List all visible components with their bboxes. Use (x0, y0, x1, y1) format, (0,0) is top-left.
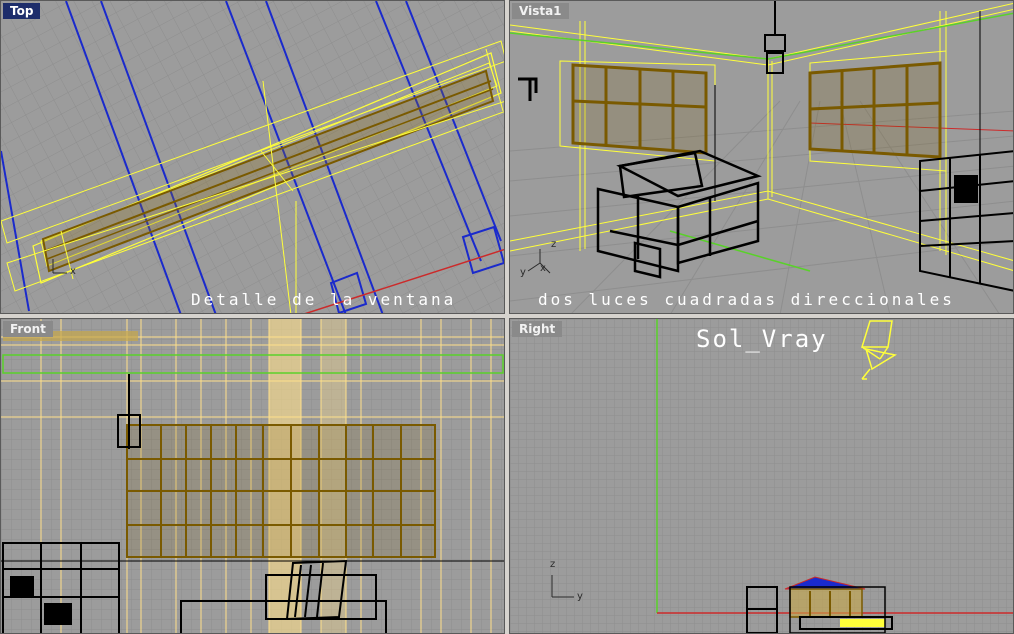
wall-hook (518, 77, 538, 101)
right-view-canvas[interactable] (510, 319, 1014, 634)
armchair[interactable] (596, 149, 762, 279)
viewport-vista1[interactable]: Vista1 z y x dos luces cuadradas direcci… (509, 0, 1014, 314)
axis-z-label: z (550, 559, 556, 570)
perspective-canvas[interactable] (510, 1, 1014, 314)
viewport-top[interactable]: Top x Detalle de la ventana (0, 0, 505, 314)
front-view-canvas[interactable] (1, 319, 505, 634)
viewport-right[interactable]: Right z y Sol_Vray (509, 318, 1014, 634)
axis-x-label: x (540, 263, 546, 274)
grid (1, 1, 504, 313)
annotation-detalle: Detalle de la ventana (191, 290, 457, 309)
shelving-unit[interactable] (919, 150, 1014, 292)
window-right[interactable] (808, 61, 942, 159)
viewport-tab-top[interactable]: Top (3, 3, 41, 19)
viewport-tab-vista1[interactable]: Vista1 (512, 3, 569, 19)
axis-z-label: z (551, 239, 557, 250)
axis-y-label: y (577, 591, 583, 602)
viewport-tab-front[interactable]: Front (3, 321, 53, 337)
lamp-icon[interactable] (764, 1, 786, 74)
window-elevation[interactable] (126, 424, 436, 558)
annotation-luces: dos luces cuadradas direccionales (538, 290, 955, 309)
axis-y-label: y (520, 267, 526, 278)
window-left[interactable] (571, 63, 708, 155)
top-view-canvas[interactable] (1, 1, 505, 314)
viewport-front[interactable]: Front (0, 318, 505, 634)
annotation-sol-vray: Sol_Vray (696, 325, 828, 353)
axis-x-label: x (70, 266, 76, 277)
viewport-tab-right[interactable]: Right (512, 321, 563, 337)
